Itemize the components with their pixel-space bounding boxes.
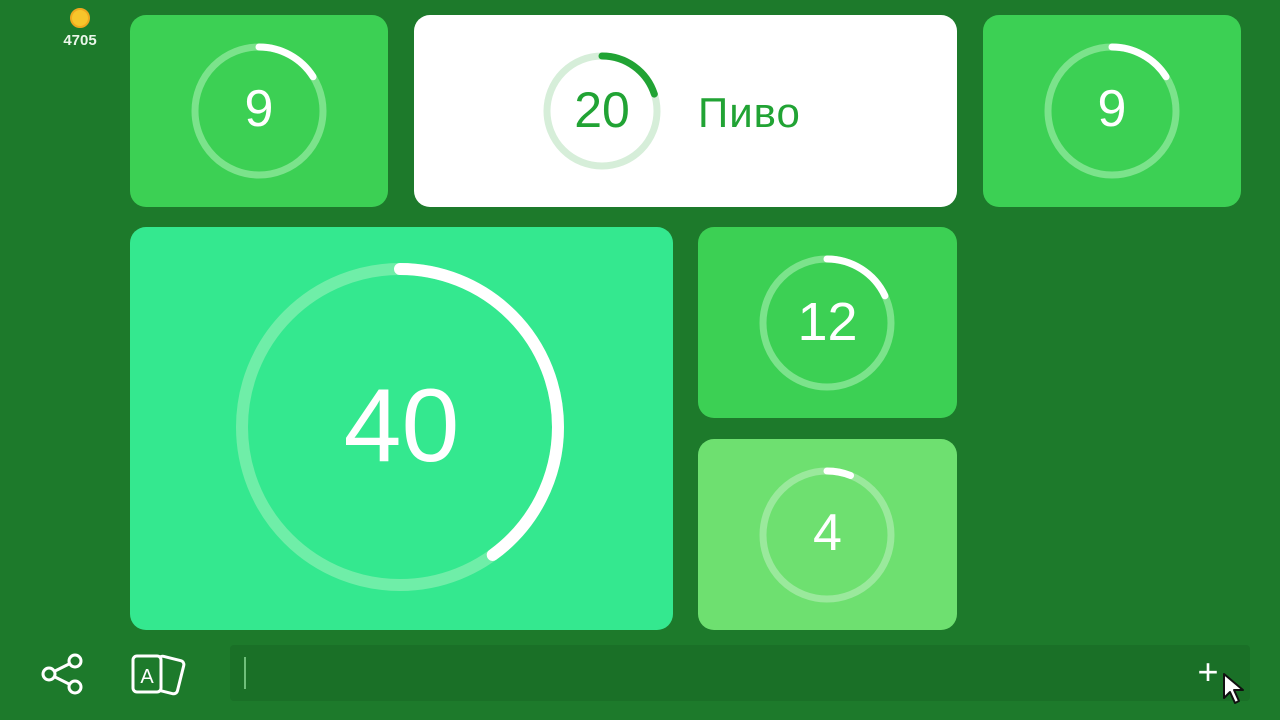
tile-big[interactable]: 40 <box>130 227 673 630</box>
answer-word: Пиво <box>698 89 801 136</box>
mouse-cursor-icon <box>1223 673 1244 704</box>
coin-counter: 4705 <box>50 8 110 49</box>
plus-icon: + <box>1197 651 1219 692</box>
coin-icon <box>70 8 90 28</box>
tile-mid-right[interactable]: 12 <box>698 227 957 418</box>
answer-input[interactable] <box>252 659 1156 689</box>
tile-number: 9 <box>244 80 274 138</box>
submit-plus-button[interactable]: + <box>1192 654 1224 690</box>
coin-count: 4705 <box>63 32 97 49</box>
tile-number: 40 <box>343 368 460 484</box>
tile-number: 4 <box>813 504 842 562</box>
answer-input-bar: + <box>230 645 1250 701</box>
tile-top-left[interactable]: 9 <box>130 15 388 207</box>
tile-top-right[interactable]: 9 <box>983 15 1241 207</box>
tile-number: 9 <box>1097 80 1127 138</box>
cards-button[interactable]: A <box>124 648 192 700</box>
tile-low-right[interactable]: 4 <box>698 439 957 630</box>
tile-number: 12 <box>797 292 858 352</box>
share-button[interactable] <box>34 650 90 698</box>
cards-icon: A <box>131 654 186 696</box>
tile-number: 20 <box>574 82 630 138</box>
cards-letter: A <box>140 666 154 688</box>
text-caret <box>244 657 246 689</box>
tile-top-middle-answered[interactable]: 20 Пиво <box>414 15 957 207</box>
share-icon <box>41 653 83 695</box>
